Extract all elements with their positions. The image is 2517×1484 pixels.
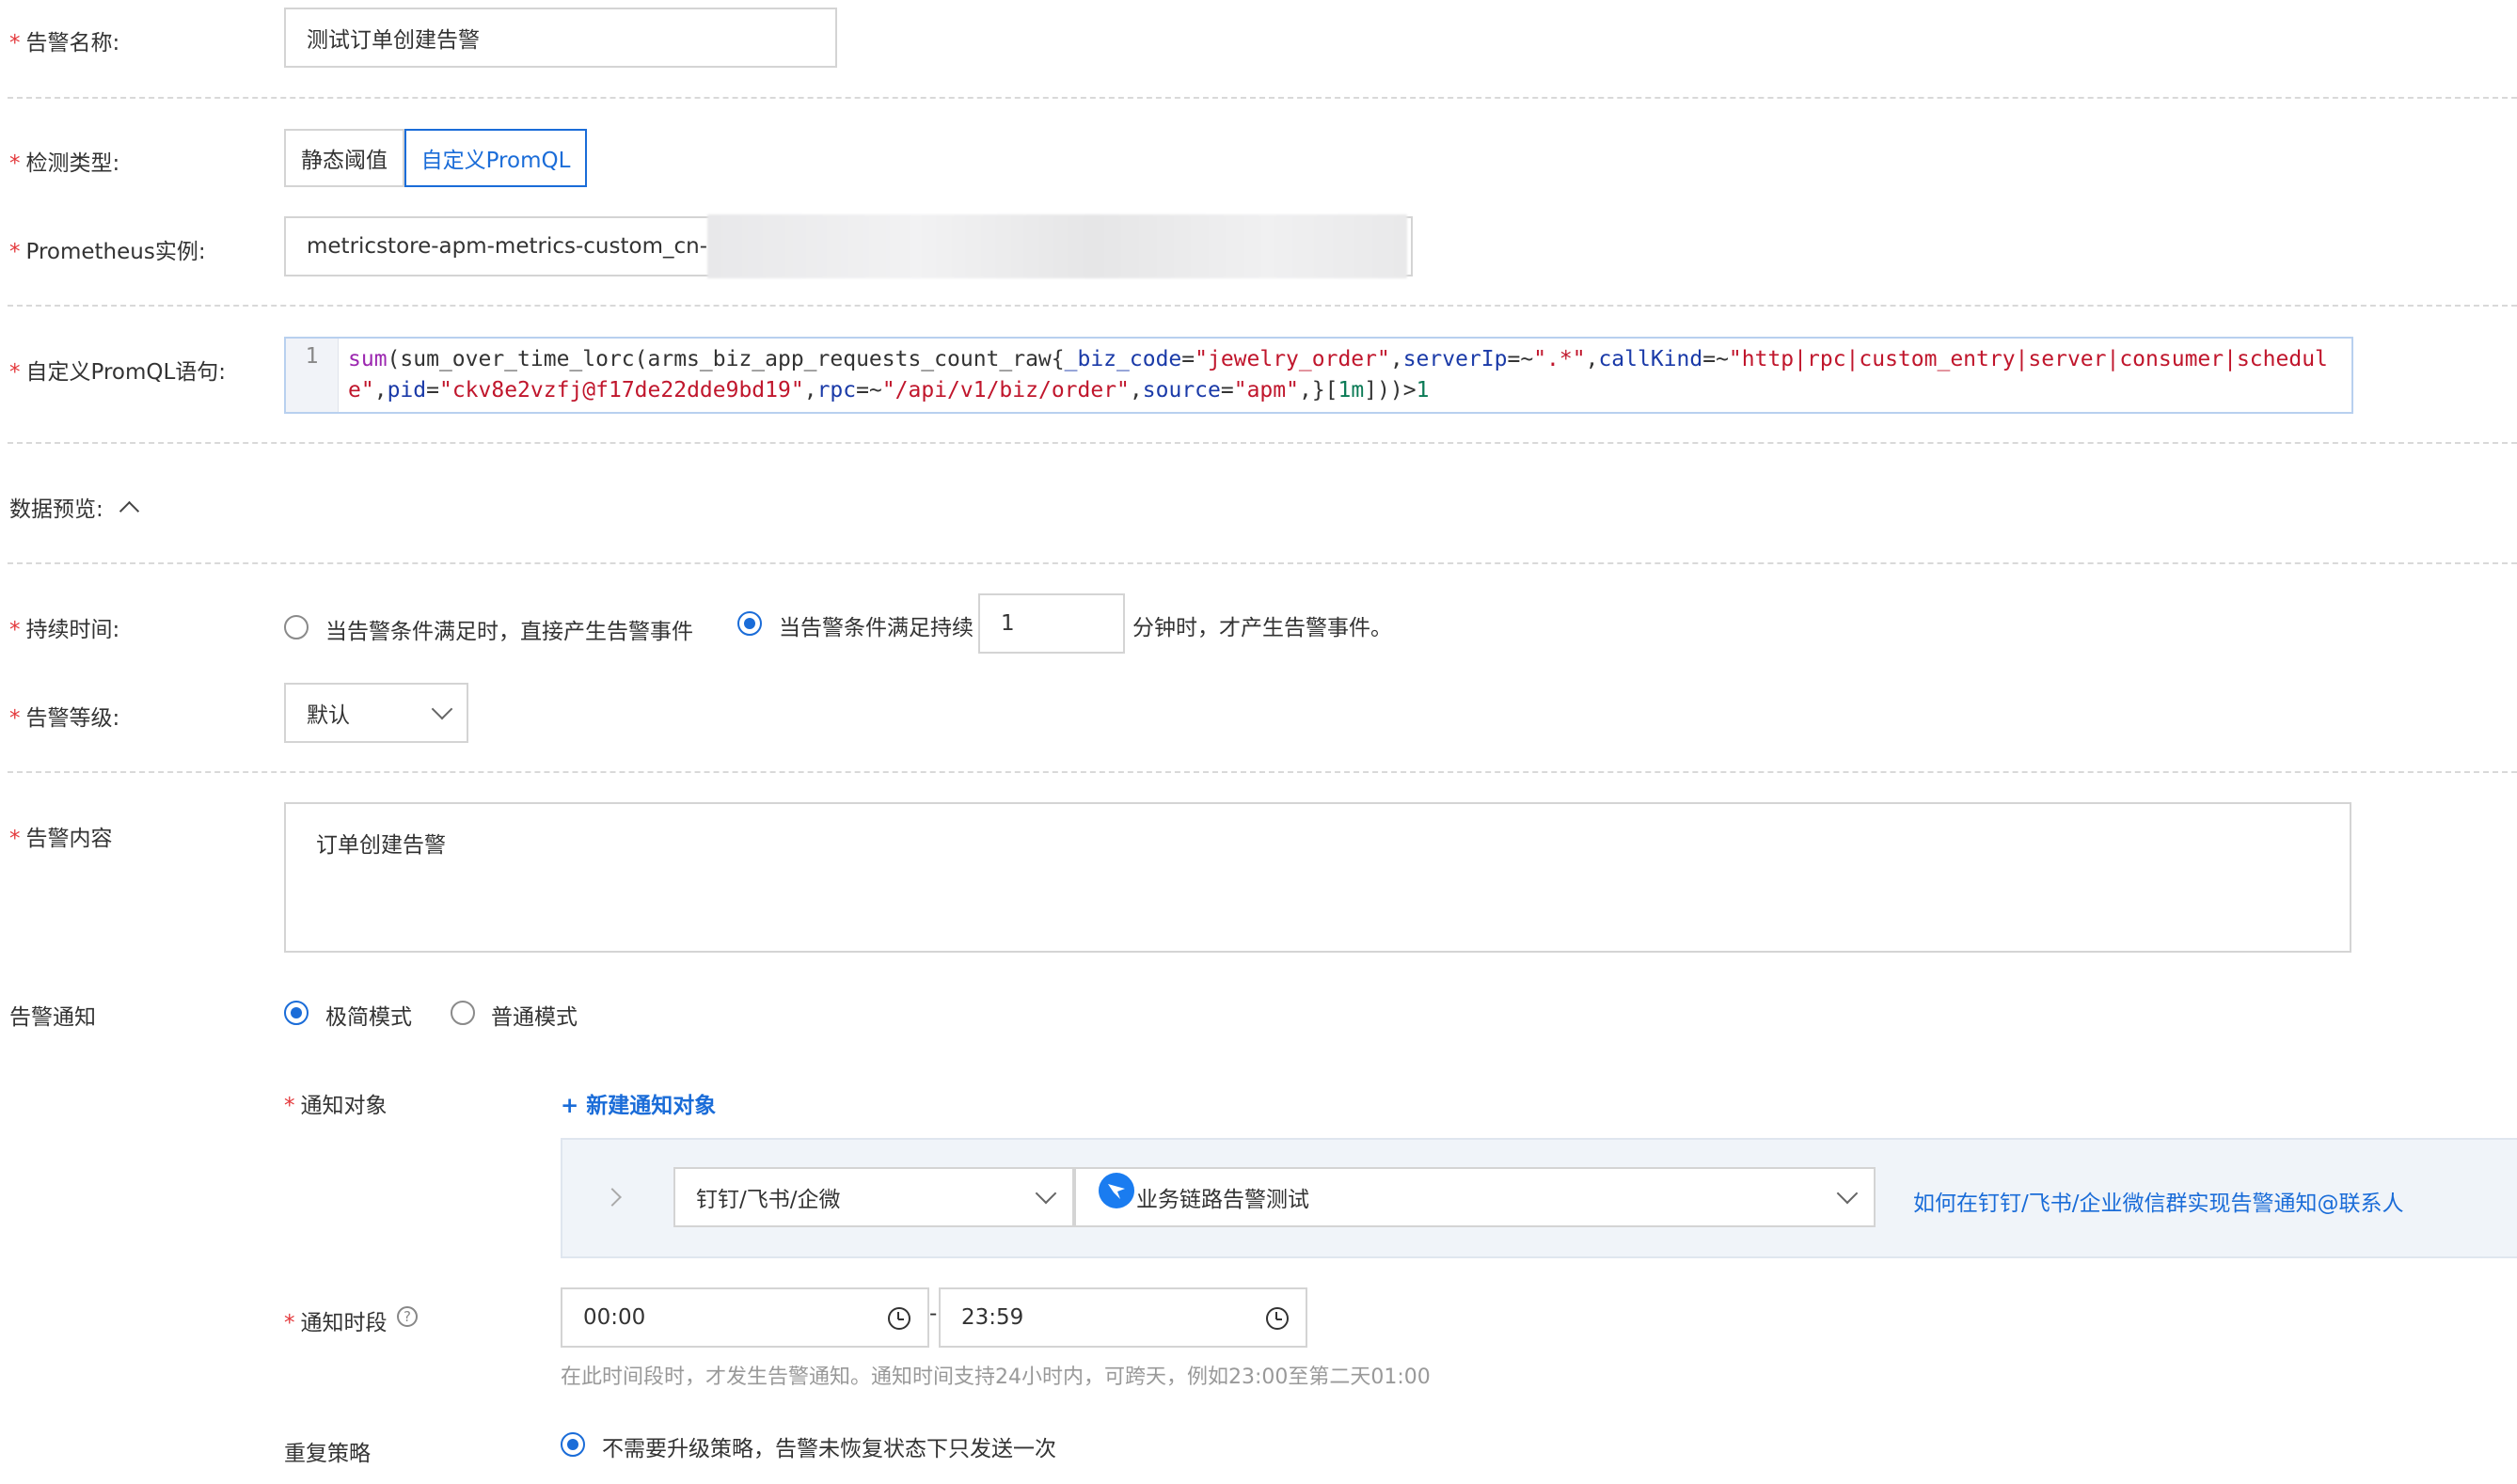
clock-icon <box>1266 1307 1289 1330</box>
line-number: 1 <box>286 339 339 412</box>
notify-target-label: * 通知对象 <box>284 1094 388 1118</box>
redacted-region <box>707 214 1407 278</box>
duration-label: * 持续时间: <box>9 618 120 642</box>
new-target-link[interactable]: + 新建通知对象 <box>561 1087 716 1119</box>
divider <box>8 771 2517 773</box>
help-link[interactable]: 如何在钉钉/飞书/企业微信群实现告警通知@联系人 <box>1913 1185 2404 1217</box>
notify-label: 告警通知 <box>9 1005 96 1030</box>
divider <box>8 562 2517 564</box>
duration-sustained-suffix: 分钟时，才产生告警事件。 <box>1132 616 1392 640</box>
level-label: * 告警等级: <box>9 706 120 731</box>
detect-type-label: * 检测类型: <box>9 151 120 176</box>
static-threshold-button[interactable]: 静态阈值 <box>284 129 404 187</box>
content-textarea[interactable]: 订单创建告警 <box>284 802 2351 953</box>
chevron-right-icon[interactable] <box>603 1188 622 1207</box>
alert-name-input[interactable]: 测试订单创建告警 <box>284 8 837 68</box>
duration-sustained-radio[interactable] <box>737 611 762 636</box>
start-time-input[interactable]: 00:00 <box>561 1287 929 1348</box>
chevron-down-icon <box>1836 1182 1859 1205</box>
duration-minutes-input[interactable]: 1 <box>978 593 1125 654</box>
mode-normal-radio[interactable] <box>451 1001 475 1025</box>
help-icon[interactable]: ? <box>397 1306 418 1327</box>
time-separator: - <box>929 1302 938 1326</box>
promql-label: * 自定义PromQL语句: <box>9 360 227 385</box>
repeat-once-text: 不需要升级策略，告警未恢复状态下只发送一次 <box>602 1437 1056 1461</box>
duration-sustained-prefix: 当告警条件满足持续 <box>779 616 974 640</box>
prometheus-label: * Prometheus实例: <box>9 240 206 264</box>
mode-simple-radio[interactable] <box>284 1001 309 1025</box>
clock-icon <box>888 1307 910 1330</box>
repeat-label: 重复策略 <box>284 1442 371 1466</box>
chevron-down-icon <box>1035 1182 1057 1205</box>
dingtalk-icon <box>1099 1173 1134 1208</box>
chevron-down-icon <box>431 698 453 720</box>
promql-editor[interactable]: 1 sum(sum_over_time_lorc(arms_biz_app_re… <box>284 337 2353 414</box>
duration-immediate-text: 当告警条件满足时，直接产生告警事件 <box>325 620 693 644</box>
period-hint: 在此时间段时，才发生告警通知。通知时间支持24小时内，可跨天，例如23:00至第… <box>561 1366 1431 1389</box>
divider <box>8 305 2517 307</box>
end-time-input[interactable]: 23:59 <box>939 1287 1307 1348</box>
mode-simple-text: 极简模式 <box>325 1005 412 1030</box>
promql-code[interactable]: sum(sum_over_time_lorc(arms_biz_app_requ… <box>348 344 2346 406</box>
divider <box>8 442 2517 444</box>
data-preview-toggle[interactable]: 数据预览: <box>9 491 140 523</box>
mode-normal-text: 普通模式 <box>491 1005 578 1030</box>
divider <box>8 97 2517 99</box>
alert-name-label: * 告警名称: <box>9 31 120 55</box>
channel-select[interactable]: 钉钉/飞书/企微 <box>673 1167 1074 1227</box>
notify-period-label: * 通知时段 <box>284 1311 388 1335</box>
chevron-up-icon <box>119 500 140 522</box>
group-select[interactable]: 业务链路告警测试 <box>1074 1167 1876 1227</box>
content-label: * 告警内容 <box>9 827 113 851</box>
level-select[interactable]: 默认 <box>284 683 468 743</box>
repeat-once-radio[interactable] <box>561 1432 585 1457</box>
duration-immediate-radio[interactable] <box>284 615 309 639</box>
custom-promql-button[interactable]: 自定义PromQL <box>404 129 587 187</box>
